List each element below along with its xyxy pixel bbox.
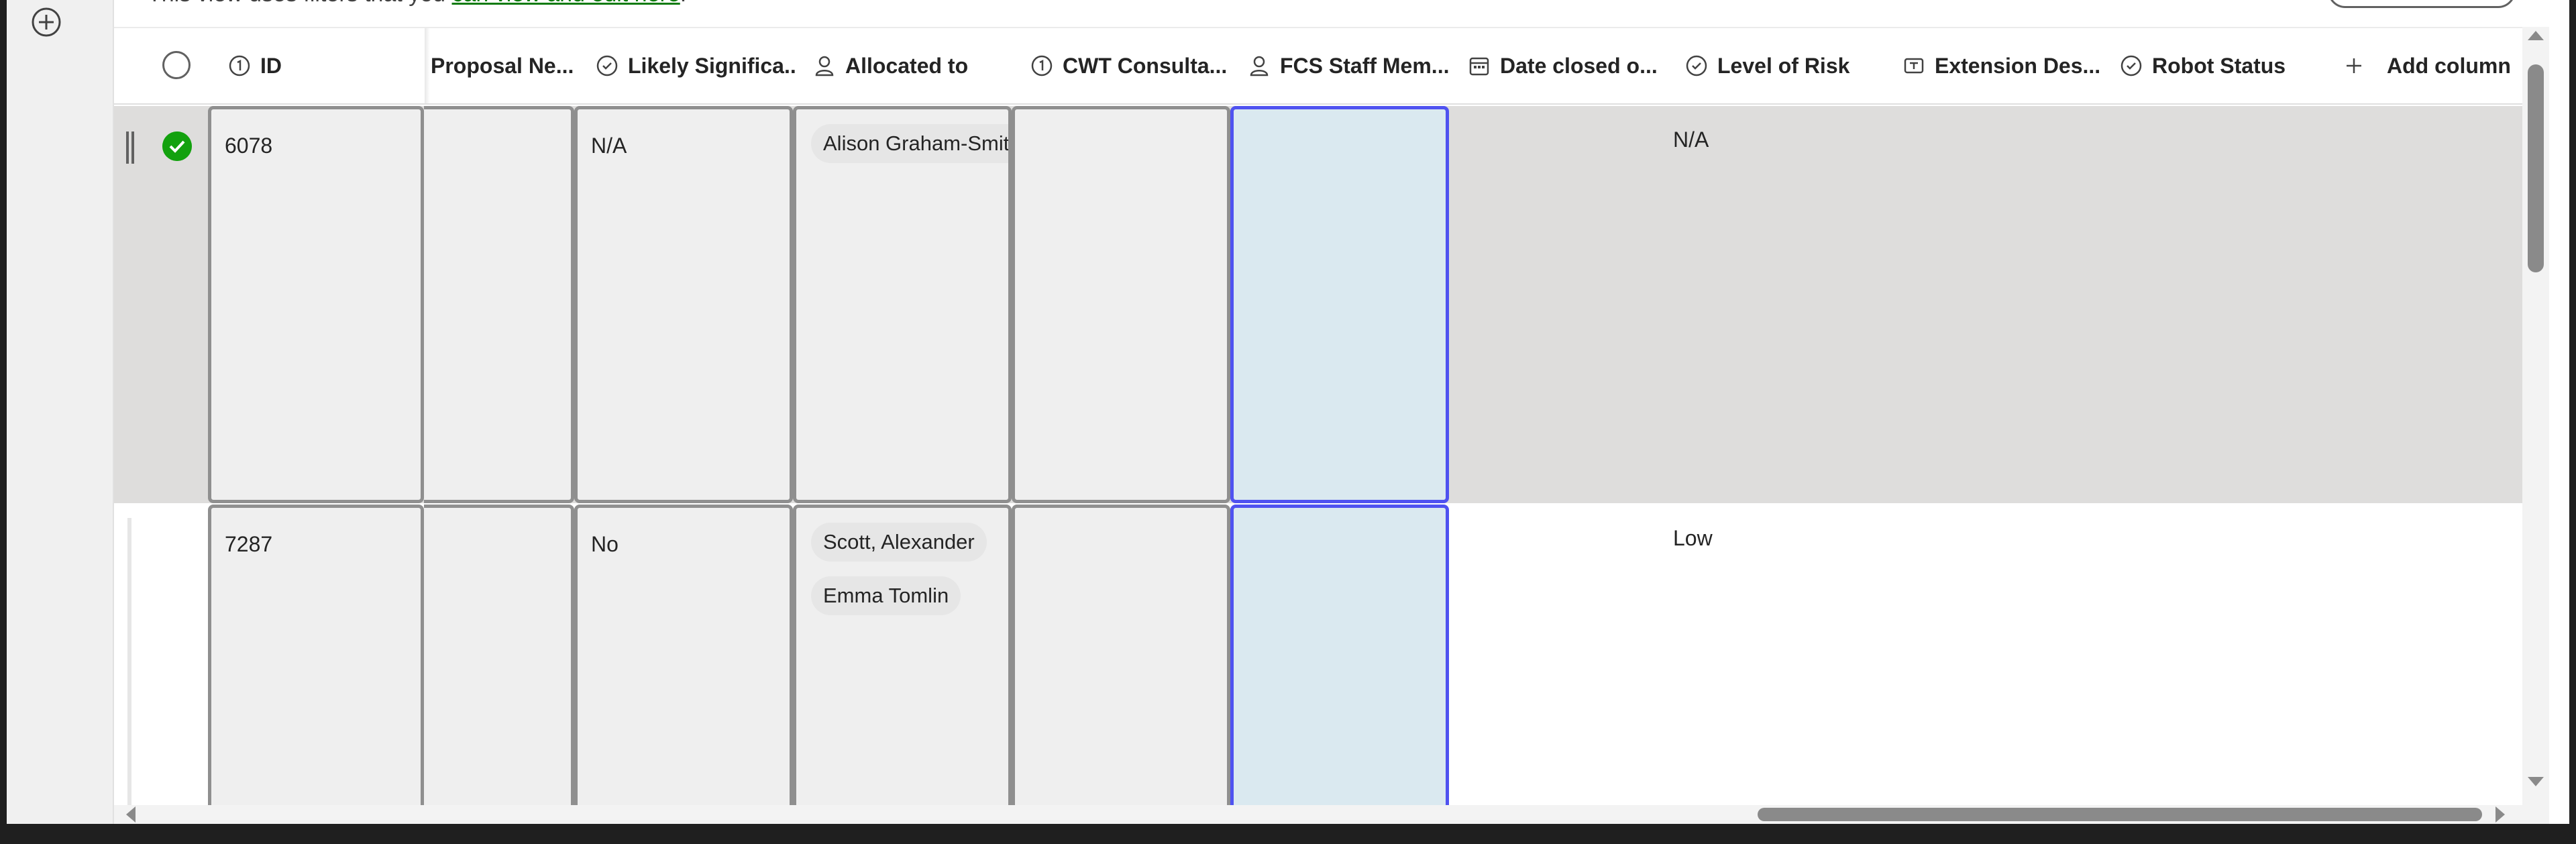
person-icon <box>815 56 834 76</box>
cell-cwt-consultation[interactable] <box>1012 505 1230 806</box>
cell-id[interactable]: 6078 <box>208 106 424 503</box>
column-header-label: Date closed o... <box>1500 53 1658 78</box>
column-header-label: ID <box>260 53 282 78</box>
column-header-fcs-staff[interactable]: FCS Staff Mem... <box>1248 28 1449 103</box>
choice-icon <box>2121 55 2142 76</box>
column-header-label: CWT Consulta... <box>1063 53 1228 78</box>
cell-allocated-to[interactable]: Scott, Alexander Emma Tomlin <box>793 505 1012 806</box>
cell-text: No <box>591 532 619 556</box>
person-chip[interactable]: Scott, Alexander <box>811 523 987 562</box>
column-header-label: Proposal Ne... <box>431 53 574 78</box>
column-header-label: Extension Des... <box>1935 53 2101 78</box>
calendar-icon <box>1469 57 1489 76</box>
row-selected-check-icon[interactable] <box>162 131 192 161</box>
cell-cwt-consultation[interactable] <box>1012 106 1230 503</box>
choice-icon <box>596 55 618 76</box>
number-icon <box>229 55 250 76</box>
cell-level-of-risk[interactable]: Low <box>1673 526 1713 551</box>
cell-proposal[interactable] <box>424 106 574 503</box>
column-header-label: Likely Significa... <box>628 53 797 78</box>
scroll-up-arrow-icon[interactable] <box>2528 31 2544 40</box>
column-header-allocated-to[interactable]: Allocated to <box>813 28 1014 103</box>
table-row[interactable]: 7287 No Scott, Alexander Emma Tomlin Low <box>114 505 2522 806</box>
person-icon <box>1250 56 1269 76</box>
column-header-id[interactable]: ID <box>228 28 423 103</box>
list-window: This view uses filters that you can view… <box>7 0 2569 824</box>
column-header-robot-status[interactable]: Robot Status <box>2120 28 2321 103</box>
filter-banner-text: This view uses filters that you <box>148 0 452 7</box>
cell-text: 6078 <box>225 134 273 158</box>
horizontal-scroll-thumb[interactable] <box>1758 808 2482 821</box>
clear-filters-button[interactable]: Clear filters <box>2328 0 2516 8</box>
column-header-level-of-risk[interactable]: Level of Risk <box>1685 28 1886 103</box>
column-header-date-closed[interactable]: Date closed o... <box>1468 28 1669 103</box>
column-header-row: ID Proposal Ne... Likely Significa... Al… <box>114 28 2522 105</box>
cell-proposal[interactable] <box>424 505 574 806</box>
cell-likely-significant[interactable]: No <box>574 505 793 806</box>
column-header-label: Allocated to <box>845 53 969 78</box>
drag-handle-icon[interactable] <box>127 518 131 806</box>
scroll-right-arrow-icon[interactable] <box>2496 806 2505 823</box>
cell-likely-significant[interactable]: N/A <box>574 106 793 503</box>
cell-id[interactable]: 7287 <box>208 505 424 806</box>
column-header-label: FCS Staff Mem... <box>1280 53 1449 78</box>
column-header-cwt-consultation[interactable]: CWT Consulta... <box>1030 28 1232 103</box>
drag-handle-icon[interactable] <box>126 131 134 164</box>
plus-icon <box>2347 58 2361 73</box>
select-all-checkbox[interactable] <box>162 51 191 79</box>
horizontal-scrollbar[interactable] <box>114 805 2549 824</box>
list-grid: ID Proposal Ne... Likely Significa... Al… <box>114 27 2522 806</box>
column-header-label: Robot Status <box>2152 53 2286 78</box>
cell-level-of-risk[interactable]: N/A <box>1673 127 1709 152</box>
cell-fcs-staff-active[interactable] <box>1230 106 1449 503</box>
column-header-extension-description[interactable]: Extension Des... <box>1902 28 2104 103</box>
person-chip[interactable]: Alison Graham-Smith <box>811 124 1008 163</box>
number-icon <box>1031 55 1053 76</box>
add-circle-icon[interactable] <box>31 7 62 38</box>
cell-fcs-staff[interactable] <box>1230 505 1449 806</box>
vertical-scrollbar[interactable] <box>2522 27 2549 805</box>
text-icon <box>1904 58 1924 74</box>
vertical-scroll-thumb[interactable] <box>2528 64 2544 272</box>
scroll-down-arrow-icon[interactable] <box>2528 777 2544 786</box>
person-chip[interactable]: Emma Tomlin <box>811 576 961 615</box>
left-rail <box>7 0 114 824</box>
frozen-column-divider <box>425 28 430 103</box>
cell-text: N/A <box>591 134 627 158</box>
column-header-label: Level of Risk <box>1717 53 1850 78</box>
table-row[interactable]: 6078 N/A Alison Graham-Smith N/A <box>114 106 2522 503</box>
cell-allocated-to[interactable]: Alison Graham-Smith <box>793 106 1012 503</box>
filter-banner-suffix: . <box>680 0 686 7</box>
list-content: This view uses filters that you can view… <box>114 0 2569 824</box>
filter-link[interactable]: can view and edit here <box>452 0 680 7</box>
add-column-button[interactable]: Add column <box>2343 28 2522 103</box>
cell-text: 7287 <box>225 532 273 556</box>
choice-icon <box>1686 55 1707 76</box>
add-column-label: Add column <box>2387 53 2511 78</box>
filter-banner: This view uses filters that you can view… <box>148 0 686 7</box>
column-header-proposal[interactable]: Proposal Ne... <box>431 28 578 103</box>
scroll-left-arrow-icon[interactable] <box>126 806 136 823</box>
column-header-likely-significant[interactable]: Likely Significa... <box>596 28 797 103</box>
